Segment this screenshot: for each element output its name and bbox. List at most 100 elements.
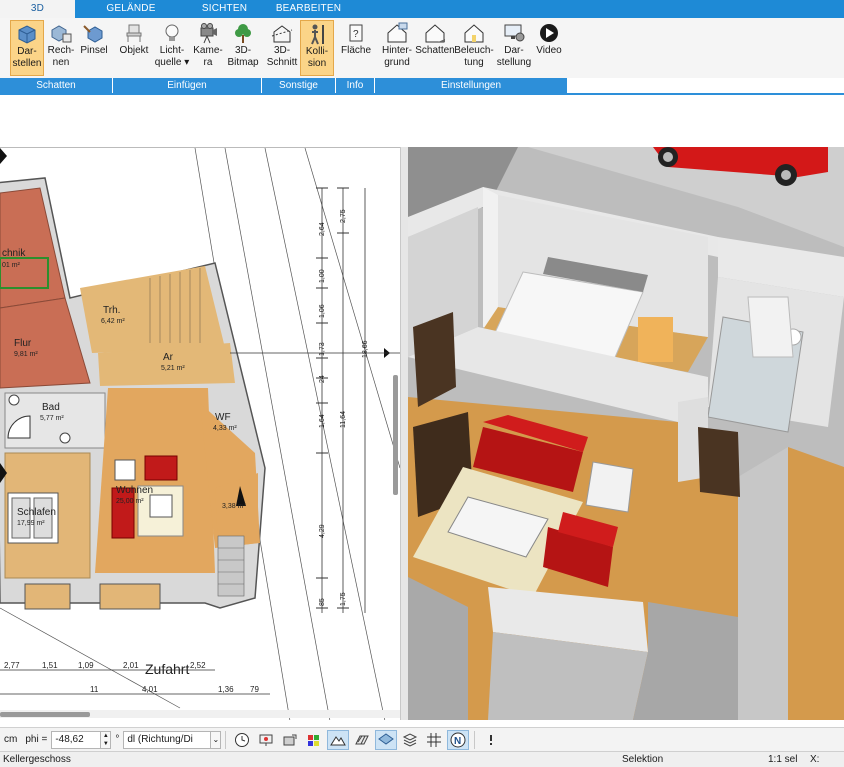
pinsel-label: Pinsel [80, 45, 108, 56]
dim-v-9: 85 [319, 598, 326, 606]
status-mode: Selektion [622, 754, 664, 765]
house-bg-icon [387, 22, 408, 43]
video-button[interactable]: Video [533, 20, 565, 76]
group-einfuegen: Objekt Licht- quelle ▾ Kame- ra 3D- Bitm… [113, 18, 262, 93]
dim-v-12: 11,64 [340, 411, 347, 428]
room-label-flur: Flur [14, 338, 32, 349]
tree-icon [235, 24, 251, 43]
group-einstellungen: Hinter- grund Schatten Beleuch- tung Dar… [375, 18, 568, 93]
color-tool[interactable] [303, 730, 325, 750]
direction-dropdown-icon[interactable]: ⌄ [211, 730, 222, 749]
direction-select[interactable]: dl (Richtung/Di [123, 730, 212, 749]
group-label-einstellungen: Einstellungen [375, 78, 568, 93]
dim-v-11: 18,66 [362, 340, 369, 358]
stack-icon [403, 732, 418, 747]
room-label-wf: WF [215, 412, 231, 423]
group-sonstige: 3D- Schnitt Kolli- sion Sonstige [262, 18, 336, 93]
more-tools[interactable] [480, 730, 502, 750]
export-tool[interactable] [279, 730, 301, 750]
lightbulb-icon [165, 24, 179, 41]
schnitt-label1: 3D- [273, 45, 291, 56]
hintergrund-button[interactable]: Hinter- grund [377, 20, 417, 76]
grid-tool[interactable] [423, 730, 445, 750]
beleuchtung-button[interactable]: Beleuch- tung [454, 20, 494, 76]
room-label-schlafen: Schlafen [17, 507, 56, 518]
plan-vertical-scroll-thumb[interactable] [393, 375, 398, 495]
dim-bottom-8: 1,36 [218, 685, 234, 694]
schatten-settings-label: Schatten [415, 45, 455, 56]
plan-horizontal-scroll-thumb[interactable] [0, 712, 90, 717]
dim-v-8: 4,29 [319, 524, 326, 538]
grid-icon [427, 732, 442, 747]
texture-tool[interactable] [399, 730, 421, 750]
presentation-tool[interactable] [255, 730, 277, 750]
toolbar-separator-2 [474, 730, 476, 749]
kollision-label2: sion [307, 58, 327, 69]
view-3d[interactable] [408, 147, 844, 720]
room-area-flur: 9,81 m² [14, 351, 38, 358]
monitor-gear-icon [504, 24, 525, 42]
chair-icon [126, 24, 142, 42]
layers-icon [378, 732, 395, 745]
darstellung-button[interactable]: Dar- stellung [494, 20, 534, 76]
status-floor: Kellergeschoss [3, 754, 71, 765]
bitmap-label1: 3D- [234, 45, 252, 56]
room-area-schlafen: 17,99 m² [17, 520, 45, 527]
darstellen-label2: stellen [12, 58, 42, 69]
kollision-button[interactable]: Kolli- sion [300, 20, 334, 76]
pinsel-button[interactable]: Pinsel [78, 20, 110, 76]
more-icon [490, 734, 493, 745]
degree-label: ° [115, 734, 120, 745]
north-tool[interactable]: N [447, 729, 470, 750]
rechnen-label2: nen [52, 57, 70, 68]
bitmap-button[interactable]: 3D- Bitmap [225, 20, 261, 76]
status-bar: Kellergeschoss Selektion 1:1 sel X: [0, 751, 844, 767]
rechnen-button[interactable]: Rech- nen [46, 20, 76, 76]
mountain-icon [330, 735, 347, 745]
camera-icon [200, 23, 217, 44]
darstellen-button[interactable]: Dar- stellen [10, 20, 44, 76]
room-label-wohnen: Wohnen [116, 485, 153, 496]
dim-bottom-9: 79 [250, 685, 259, 694]
floor-plan-canvas[interactable]: chnik 01 m² Trh. 6,42 m² Flur 9,81 m² Ar… [0, 148, 400, 720]
room-area-small: 3,38 m² [222, 503, 246, 510]
play-icon [540, 24, 558, 42]
layer-tool[interactable] [375, 729, 398, 750]
kamera-label2: ra [203, 57, 213, 68]
tab-bearbeiten[interactable]: BEARBEITEN [262, 0, 355, 18]
view-3d-canvas[interactable] [408, 147, 844, 720]
dim-bottom-6: 11 [90, 685, 99, 694]
tab-3d[interactable]: 3D [0, 0, 75, 18]
view-splitter[interactable] [400, 147, 408, 720]
schnitt-button[interactable]: 3D- Schnitt [265, 20, 299, 76]
tab-sichten[interactable]: SICHTEN [187, 0, 262, 18]
ribbon-tabbar: 3D GELÄNDE SICHTEN BEARBEITEN [0, 0, 844, 18]
room-area-technik: 01 m² [2, 262, 21, 269]
driveway-label: Zufahrt [145, 661, 189, 677]
svg-text:N: N [454, 736, 461, 747]
kollision-label1: Kolli- [305, 46, 329, 57]
schnitt-label2: Schnitt [266, 57, 298, 68]
dim-v-10: 1,75 [340, 592, 347, 606]
flaeche-button[interactable]: ? Fläche [339, 20, 373, 76]
tab-gelaende[interactable]: GELÄNDE [75, 0, 187, 18]
objekt-label: Objekt [119, 45, 149, 56]
group-label-schatten: Schatten [0, 78, 113, 93]
phi-stepper[interactable]: ▲ ▼ [101, 730, 112, 749]
house-light-icon [464, 24, 484, 43]
bitmap-label2: Bitmap [227, 57, 259, 68]
cube-shade-icon [18, 25, 36, 44]
schatten-settings-button[interactable]: Schatten [415, 20, 455, 76]
terrain-tool[interactable] [327, 729, 350, 750]
phi-input[interactable]: -48,62 [51, 730, 102, 749]
hintergrund-label2: grund [384, 57, 410, 68]
dim-v-3: 1,00 [319, 269, 326, 283]
objekt-button[interactable]: Objekt [117, 20, 151, 76]
dim-bottom-7: 4,01 [142, 685, 158, 694]
clock-tool[interactable] [231, 730, 253, 750]
lichtquelle-button[interactable]: Licht- quelle ▾ [154, 20, 190, 76]
hatch-tool[interactable] [351, 730, 373, 750]
kamera-button[interactable]: Kame- ra [192, 20, 224, 76]
group-label-info: Info [336, 78, 375, 93]
floor-plan-view[interactable]: chnik 01 m² Trh. 6,42 m² Flur 9,81 m² Ar… [0, 147, 400, 720]
